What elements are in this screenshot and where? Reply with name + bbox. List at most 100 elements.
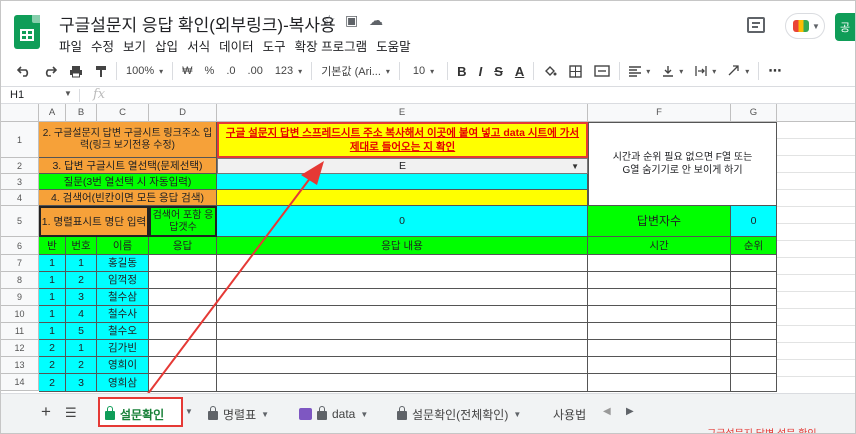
row-header-7[interactable]: 7 xyxy=(1,255,39,272)
percent-button[interactable]: % xyxy=(199,60,221,82)
matching-count-value[interactable]: 0 xyxy=(217,206,588,237)
cell-time[interactable] xyxy=(588,272,731,289)
cell-response[interactable] xyxy=(149,255,217,272)
cell-class[interactable]: 1 xyxy=(39,255,66,272)
cell-rank[interactable] xyxy=(731,306,777,323)
chevron-down-icon[interactable]: ▼ xyxy=(64,89,72,98)
cell-response-content[interactable] xyxy=(217,340,588,357)
redo-icon[interactable] xyxy=(37,60,63,82)
column-header-e[interactable]: E xyxy=(217,104,588,122)
increase-decimal-button[interactable]: .00 xyxy=(242,60,269,82)
cell-time[interactable] xyxy=(588,323,731,340)
zoom-select[interactable]: 100% xyxy=(120,60,169,82)
cell-name[interactable]: 영희이 xyxy=(97,357,149,374)
cell-time[interactable] xyxy=(588,340,731,357)
menu-format[interactable]: 서식 xyxy=(187,36,210,54)
cell-rank[interactable] xyxy=(731,323,777,340)
number-format-select[interactable]: 123 xyxy=(269,60,308,82)
cell-rank[interactable] xyxy=(731,374,777,392)
tab-survey-check-all[interactable]: 설문확인(전체확인) ▼ xyxy=(397,403,521,425)
menu-edit[interactable]: 수정 xyxy=(91,36,114,54)
cell-time[interactable] xyxy=(588,255,731,272)
meet-button[interactable]: ▼ xyxy=(785,13,825,39)
sheets-logo-icon[interactable] xyxy=(14,15,40,49)
cell-response[interactable] xyxy=(149,374,217,392)
move-folder-icon[interactable]: ▣ xyxy=(345,12,358,29)
font-select[interactable]: 기본값 (Ari... xyxy=(315,60,396,82)
strikethrough-button[interactable]: S xyxy=(488,60,509,82)
menu-help[interactable]: 도움말 xyxy=(376,36,411,54)
row-header-4[interactable]: 4 xyxy=(1,190,39,206)
cell-number[interactable]: 1 xyxy=(66,255,97,272)
cell-class[interactable]: 1 xyxy=(39,323,66,340)
cell-name[interactable]: 철수사 xyxy=(97,306,149,323)
row-header-1[interactable]: 1 xyxy=(1,122,39,158)
cell-rank[interactable] xyxy=(731,289,777,306)
tab-survey-check[interactable]: 설문확인 xyxy=(105,403,164,425)
cell-name[interactable]: 영희삼 xyxy=(97,374,149,392)
cell-number[interactable]: 3 xyxy=(66,289,97,306)
column-select-dropdown[interactable]: E ▼ xyxy=(217,158,588,174)
select-all-corner[interactable] xyxy=(1,104,39,122)
cell-response[interactable] xyxy=(149,289,217,306)
cell-response[interactable] xyxy=(149,323,217,340)
cell-rank[interactable] xyxy=(731,255,777,272)
paint-format-icon[interactable] xyxy=(89,60,113,82)
tab-roster[interactable]: 명렬표 ▼ xyxy=(208,403,269,425)
cell-response-content[interactable] xyxy=(217,323,588,340)
currency-button[interactable]: ₩ xyxy=(176,60,198,82)
cell-time[interactable] xyxy=(588,306,731,323)
decrease-decimal-button[interactable]: .0 xyxy=(220,60,241,82)
cell-response-content[interactable] xyxy=(217,289,588,306)
cell-response-content[interactable] xyxy=(217,272,588,289)
menu-tools[interactable]: 도구 xyxy=(263,36,286,54)
cell-response[interactable] xyxy=(149,306,217,323)
column-header-d[interactable]: D xyxy=(149,104,217,122)
cell-class[interactable]: 1 xyxy=(39,272,66,289)
cell-response[interactable] xyxy=(149,357,217,374)
cell-time[interactable] xyxy=(588,289,731,306)
cell-name[interactable]: 김가빈 xyxy=(97,340,149,357)
italic-button[interactable]: I xyxy=(473,60,489,82)
row-header-3[interactable]: 3 xyxy=(1,174,39,190)
cell-number[interactable]: 2 xyxy=(66,272,97,289)
cell-number[interactable]: 4 xyxy=(66,306,97,323)
column-header-f[interactable]: F xyxy=(588,104,731,122)
comments-icon[interactable] xyxy=(747,17,765,33)
fill-color-icon[interactable] xyxy=(537,60,563,82)
row-header-9[interactable]: 9 xyxy=(1,289,39,306)
cell-response-content[interactable] xyxy=(217,357,588,374)
cell-class[interactable]: 2 xyxy=(39,340,66,357)
chevron-down-icon[interactable]: ▼ xyxy=(185,407,193,416)
add-sheet-icon[interactable]: + xyxy=(41,402,51,422)
row-header-2[interactable]: 2 xyxy=(1,158,39,174)
star-icon[interactable]: ☆ xyxy=(323,12,336,29)
cell-name[interactable]: 철수삼 xyxy=(97,289,149,306)
formula-input[interactable] xyxy=(113,88,853,103)
cell-response-content[interactable] xyxy=(217,255,588,272)
tab-data[interactable]: data ▼ xyxy=(299,403,368,425)
row-header-6[interactable]: 6 xyxy=(1,237,39,255)
cell-number[interactable]: 1 xyxy=(66,340,97,357)
menu-insert[interactable]: 삽입 xyxy=(155,36,178,54)
column-header-b[interactable]: B xyxy=(66,104,97,122)
sheet-url-input-cell[interactable]: 구글 설문지 답변 스프레드시트 주소 복사해서 이곳에 붙여 넣고 data … xyxy=(217,122,588,158)
cell-number[interactable]: 3 xyxy=(66,374,97,392)
more-options-icon[interactable]: ⋯ xyxy=(762,60,787,82)
dropdown-arrow-icon[interactable]: ▼ xyxy=(571,161,579,173)
cell-name[interactable]: 홍길동 xyxy=(97,255,149,272)
row-header-12[interactable]: 12 xyxy=(1,340,39,357)
scroll-tabs-left-icon[interactable]: ◀ xyxy=(603,406,611,417)
text-color-button[interactable]: A xyxy=(509,60,530,82)
all-sheets-icon[interactable]: ☰ xyxy=(65,405,77,421)
row-header-8[interactable]: 8 xyxy=(1,272,39,289)
menu-file[interactable]: 파일 xyxy=(59,36,82,54)
row-header-5[interactable]: 5 xyxy=(1,206,39,237)
scroll-tabs-right-icon[interactable]: ▶ xyxy=(626,406,634,417)
respondent-count-value[interactable]: 0 xyxy=(731,206,777,237)
cell-time[interactable] xyxy=(588,374,731,392)
horizontal-align-icon[interactable] xyxy=(623,60,656,82)
search-term-input-cell[interactable] xyxy=(217,190,588,206)
name-box[interactable]: H1 xyxy=(10,89,24,101)
cell-class[interactable]: 2 xyxy=(39,357,66,374)
